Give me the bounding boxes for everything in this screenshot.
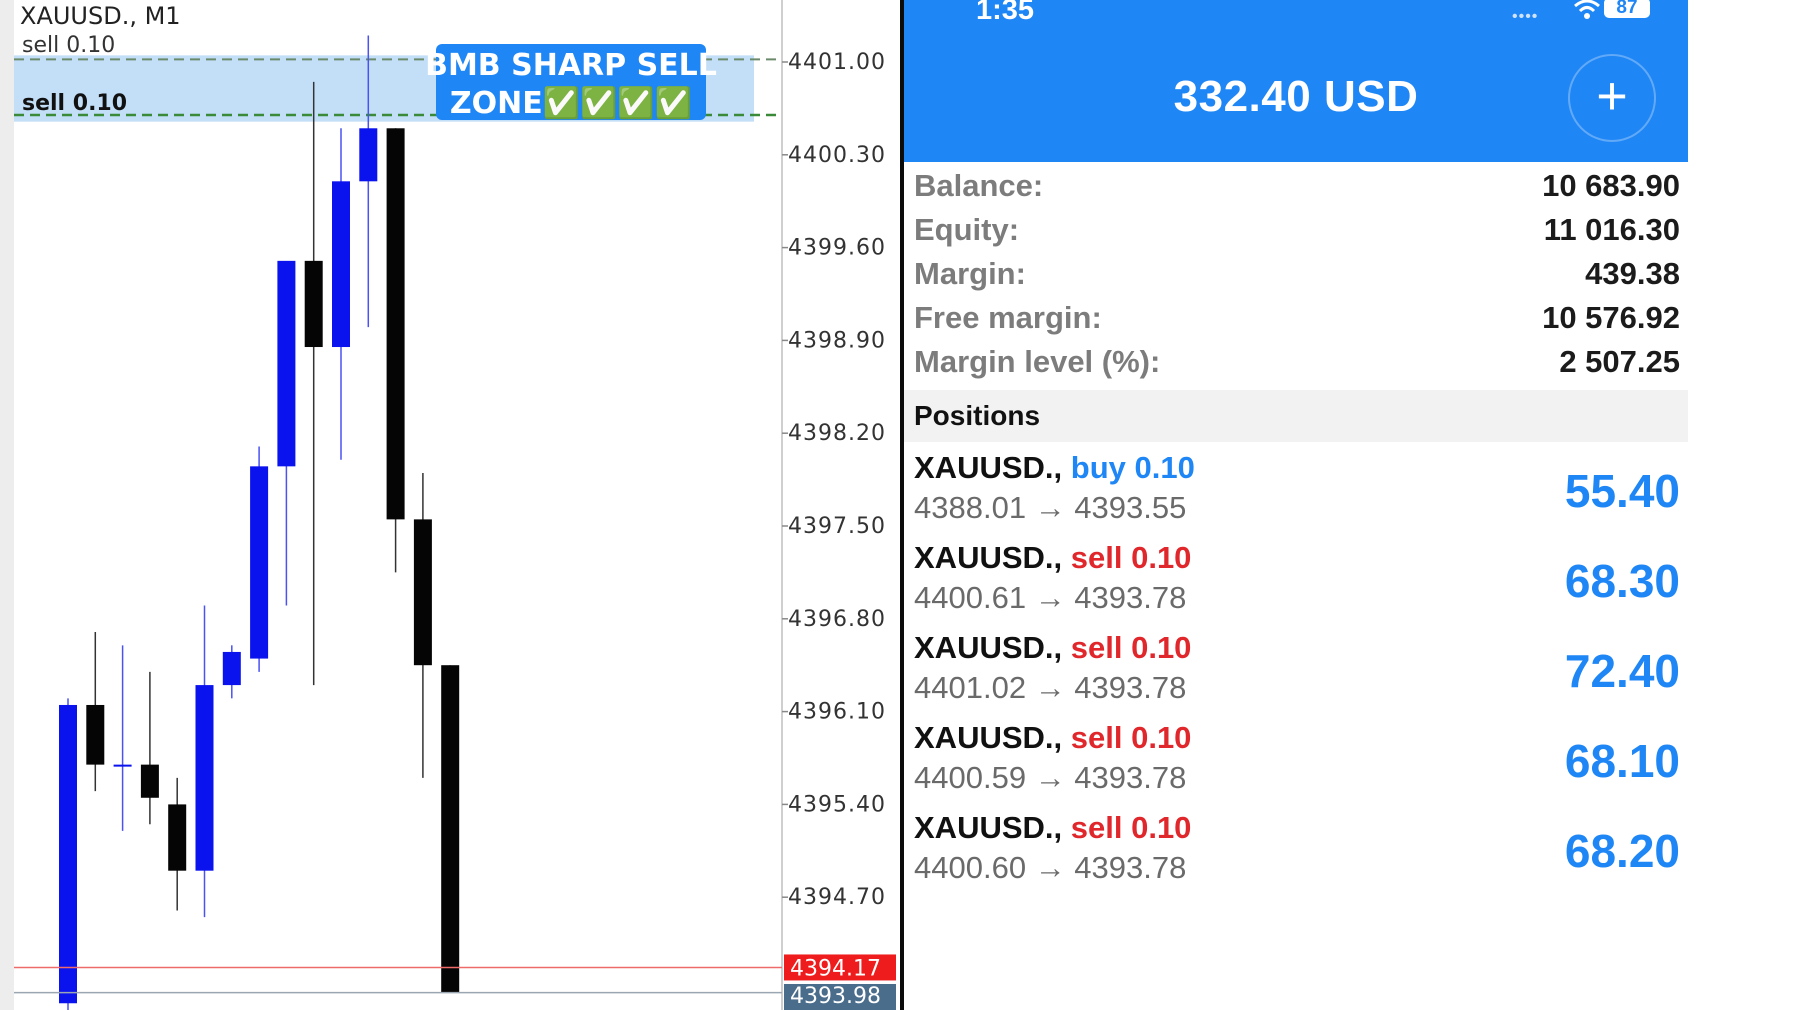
wifi-icon (1574, 0, 1600, 19)
candlestick-chart[interactable]: XAUUSD., M1 sell 0.10 sell 0.10 4401.004… (0, 0, 900, 1010)
account-row-value: 10 576.92 (1542, 300, 1680, 335)
chart-panel[interactable]: XAUUSD., M1 sell 0.10 sell 0.10 4401.00 4… (0, 0, 900, 1010)
bull-candle (113, 764, 132, 767)
sell-zone-banner-line2: ZONE✅✅✅✅ (450, 85, 692, 121)
account-row-margin-level: Margin level (%): 2 507.25 (914, 344, 1680, 384)
account-row-value: 439.38 (1585, 256, 1680, 291)
position-item[interactable]: XAUUSD., sell 0.10 4400.60 → 4393.78 68.… (904, 810, 1688, 900)
status-time: 1:35 (976, 0, 1035, 26)
account-row-balance: Balance: 10 683.90 (914, 168, 1680, 208)
position-symbol: XAUUSD., (914, 630, 1063, 665)
position-symbol: XAUUSD., (914, 540, 1063, 575)
position-type: sell 0.10 (1070, 630, 1192, 665)
sell-zone-banner-line1: BMB SHARP SELL (425, 48, 717, 83)
position-item[interactable]: XAUUSD., sell 0.10 4401.02 → 4393.78 72.… (904, 630, 1688, 720)
price-tick-label: 4395.40 (788, 792, 886, 817)
bear-candle (441, 665, 460, 993)
price-tick-label: 4396.80 (788, 607, 886, 632)
account-row-value: 2 507.25 (1559, 344, 1680, 379)
account-row-label: Balance: (914, 168, 1044, 203)
bull-candle (332, 181, 350, 348)
price-axis-ticks: 4401.00 4400.30 4399.60 4398.90 4398.20 4397.… (782, 50, 886, 910)
account-row-value: 11 016.30 (1543, 212, 1680, 247)
position-symbol: XAUUSD., (914, 450, 1063, 485)
account-row-label: Equity: (914, 212, 1020, 247)
price-tick-label: 4398.90 (788, 328, 886, 353)
account-panel: 1:35 •••• 87 332.40 USD + Balance: 10 68… (904, 0, 1688, 1010)
bull-candle (195, 685, 214, 871)
add-button[interactable]: + (1568, 54, 1656, 142)
position-profit: 68.10 (1564, 735, 1680, 787)
price-tick-label: 4400.30 (788, 143, 886, 168)
position-symbol: XAUUSD., (914, 720, 1063, 755)
right-blank-area (1688, 0, 1794, 1010)
position-prices: 4401.02 → 4393.78 (914, 670, 1187, 705)
chart-left-edge (0, 0, 14, 1010)
bear-candle (140, 764, 159, 798)
account-row-label: Margin level (%): (914, 344, 1161, 379)
position-title-line: XAUUSD., sell 0.10 (914, 810, 1191, 846)
position-type: sell 0.10 (1070, 720, 1192, 755)
bear-candle (386, 128, 405, 520)
position-type: sell 0.10 (1070, 810, 1192, 845)
bid-price-tag-text: 4393.98 (790, 984, 881, 1009)
position-profit: 68.30 (1564, 555, 1680, 607)
bear-candle (168, 804, 187, 871)
price-tick-label: 4394.70 (788, 885, 886, 910)
bull-candle (59, 704, 77, 1004)
position-prices: 4388.01 → 4393.55 (914, 490, 1187, 525)
position-symbol: XAUUSD., (914, 810, 1063, 845)
bear-candle (86, 704, 105, 765)
position-profit: 68.20 (1564, 825, 1680, 877)
price-tick-label: 4396.10 (788, 700, 886, 725)
position-type: sell 0.10 (1070, 540, 1192, 575)
order-line-label-2: sell 0.10 (22, 91, 127, 116)
position-title-line: XAUUSD., buy 0.10 (914, 450, 1195, 486)
order-line-label-1: sell 0.10 (22, 33, 115, 58)
position-item[interactable]: XAUUSD., buy 0.10 4388.01 → 4393.55 55.4… (904, 450, 1688, 540)
account-row-label: Margin: (914, 256, 1026, 291)
account-row-margin: Margin: 439.38 (914, 256, 1680, 296)
position-item[interactable]: XAUUSD., sell 0.10 4400.59 → 4393.78 68.… (904, 720, 1688, 810)
position-item[interactable]: XAUUSD., sell 0.10 4400.61 → 4393.78 68.… (904, 540, 1688, 630)
position-prices: 4400.60 → 4393.78 (914, 850, 1187, 885)
chart-symbol-label: XAUUSD., M1 (20, 2, 181, 30)
price-tick-label: 4401.00 (788, 50, 886, 75)
position-profit: 72.40 (1564, 645, 1680, 697)
position-title-line: XAUUSD., sell 0.10 (914, 630, 1191, 666)
account-header: 1:35 •••• 87 332.40 USD + (904, 0, 1688, 162)
price-tick-label: 4398.20 (788, 421, 886, 446)
account-row-label: Free margin: (914, 300, 1102, 335)
price-tick-label: 4397.50 (788, 514, 886, 539)
signal-dots-icon: •••• (1512, 8, 1539, 25)
positions-header: Positions (904, 390, 1688, 442)
position-title-line: XAUUSD., sell 0.10 (914, 720, 1191, 756)
account-row-value: 10 683.90 (1542, 168, 1680, 203)
position-prices: 4400.61 → 4393.78 (914, 580, 1187, 615)
bear-candle (413, 519, 432, 666)
position-title-line: XAUUSD., sell 0.10 (914, 540, 1191, 576)
bull-candle (359, 128, 378, 182)
account-row-equity: Equity: 11 016.30 (914, 212, 1680, 252)
bull-candle (222, 651, 241, 686)
account-row-free-margin: Free margin: 10 576.92 (914, 300, 1680, 340)
position-prices: 4400.59 → 4393.78 (914, 760, 1187, 795)
bull-candle (250, 466, 269, 659)
ask-price-tag-text: 4394.17 (790, 956, 881, 981)
position-profit: 55.40 (1564, 465, 1680, 517)
positions-title: Positions (914, 400, 1041, 431)
position-type: buy 0.10 (1070, 450, 1195, 485)
battery-icon: 87 (1604, 0, 1650, 18)
bear-candle (304, 260, 323, 348)
bull-candle (277, 260, 296, 467)
price-tick-label: 4399.60 (788, 236, 886, 261)
